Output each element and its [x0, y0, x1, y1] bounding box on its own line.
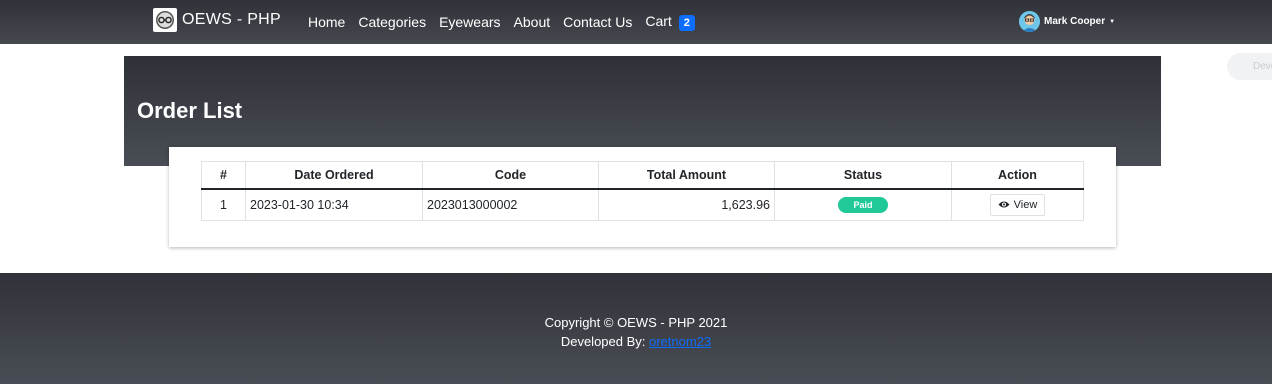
brand-name: OEWS - PHP	[182, 11, 282, 28]
top-navbar: OEWS - PHP Home Categories Eyewears Abou…	[0, 0, 1272, 44]
eye-icon	[998, 201, 1010, 208]
brand-logo-icon	[153, 8, 177, 32]
orders-card: # Date Ordered Code Total Amount Status …	[169, 147, 1116, 247]
nav-link-cart[interactable]: Cart 2	[645, 12, 695, 31]
status-badge: Paid	[838, 196, 888, 213]
nav-link-eyewears[interactable]: Eyewears	[439, 13, 500, 31]
nav-link-contact[interactable]: Contact Us	[563, 13, 632, 31]
table-row: 1 2023-01-30 10:34 2023013000002 1,623.9…	[201, 188, 1084, 221]
cell-action: View	[951, 188, 1084, 221]
cart-count-badge: 2	[678, 15, 695, 31]
cell-total: 1,623.96	[598, 188, 775, 221]
side-pill[interactable]: Deve	[1227, 53, 1272, 80]
orders-table: # Date Ordered Code Total Amount Status …	[201, 161, 1084, 221]
cart-label: Cart	[645, 13, 672, 29]
view-button[interactable]: View	[989, 193, 1046, 216]
footer-copyright: Copyright © OEWS - PHP 2021	[544, 315, 728, 330]
developer-link[interactable]: oretnom23	[649, 334, 711, 349]
caret-down-icon: ▼	[1109, 18, 1116, 25]
header-num: #	[201, 161, 246, 190]
view-button-label: View	[1013, 198, 1038, 211]
user-name: Mark Cooper	[1044, 16, 1106, 27]
header-action: Action	[951, 161, 1084, 190]
footer: Copyright © OEWS - PHP 2021 Developed By…	[0, 273, 1272, 384]
cell-code: 2023013000002	[422, 188, 599, 221]
nav-link-about[interactable]: About	[514, 13, 551, 31]
header-status: Status	[774, 161, 952, 190]
developed-by-label: Developed By:	[560, 334, 649, 349]
header-total-amount: Total Amount	[598, 161, 775, 190]
page-title: Order List	[137, 98, 243, 123]
user-menu[interactable]: Mark Cooper ▼	[1019, 11, 1115, 32]
cell-num: 1	[201, 188, 246, 221]
cell-status: Paid	[774, 188, 952, 221]
nav-link-home[interactable]: Home	[308, 13, 345, 31]
header-date-ordered: Date Ordered	[245, 161, 423, 190]
brand[interactable]: OEWS - PHP	[153, 8, 281, 32]
nav-links: Home Categories Eyewears About Contact U…	[308, 12, 708, 31]
table-header-row: # Date Ordered Code Total Amount Status …	[201, 161, 1084, 190]
user-avatar	[1019, 11, 1040, 32]
cell-date: 2023-01-30 10:34	[245, 188, 423, 221]
header-code: Code	[422, 161, 599, 190]
footer-developed-by: Developed By: oretnom23	[0, 334, 1272, 349]
nav-link-categories[interactable]: Categories	[358, 13, 426, 31]
